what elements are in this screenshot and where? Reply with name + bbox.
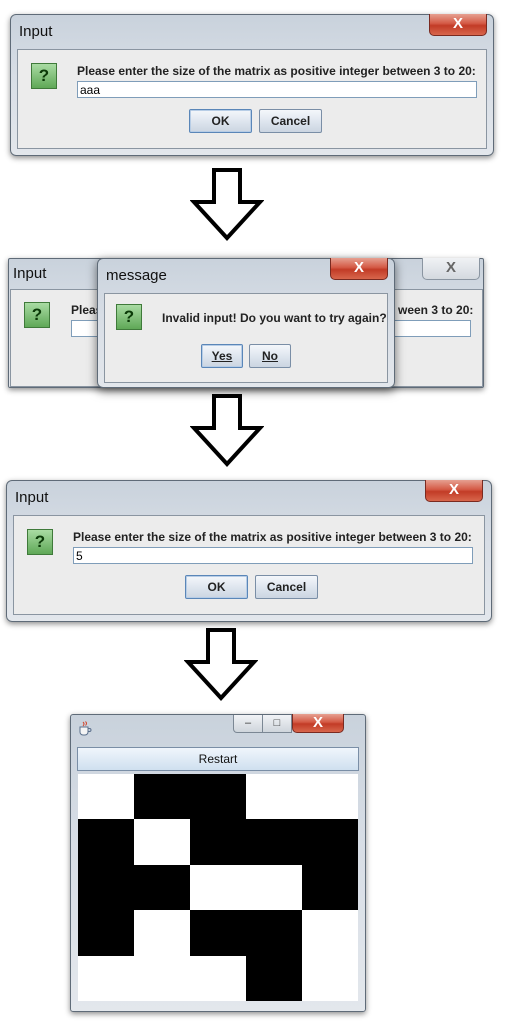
dialog-client-area: ? Please enter the size of the matrix as… (13, 515, 485, 615)
question-icon: ? (27, 529, 53, 555)
input-dialog-1: Input X ? Please enter the size of the m… (10, 14, 494, 156)
no-button[interactable]: No (249, 344, 291, 368)
matrix-grid (78, 774, 358, 1001)
size-input[interactable]: aaa (77, 81, 477, 98)
question-icon: ? (31, 63, 57, 89)
ok-button[interactable]: OK (185, 575, 248, 599)
matrix-cell[interactable] (134, 955, 190, 1001)
matrix-cell[interactable] (246, 955, 302, 1001)
matrix-cell[interactable] (134, 910, 190, 956)
yes-button[interactable]: Yes (201, 344, 243, 368)
ok-button[interactable]: OK (189, 109, 252, 133)
matrix-cell[interactable] (190, 910, 246, 956)
close-button[interactable]: X (429, 14, 487, 36)
close-button[interactable]: X (425, 480, 483, 502)
prompt-label: Please enter the size of the matrix as p… (77, 64, 476, 78)
no-label: No (262, 349, 278, 363)
input-dialog-2: Input X ? Please enter the size of the m… (6, 480, 492, 622)
matrix-cell[interactable] (78, 819, 134, 865)
dialog-title: Input (19, 23, 53, 40)
matrix-cell[interactable] (78, 864, 134, 911)
matrix-cell[interactable] (190, 774, 246, 820)
message-dialog: message X ? Invalid input! Do you want t… (97, 258, 395, 388)
matrix-cell[interactable] (78, 955, 134, 1001)
matrix-cell[interactable] (78, 774, 134, 820)
down-arrow-icon (190, 394, 264, 467)
down-arrow-icon (190, 168, 264, 241)
matrix-cell[interactable] (302, 819, 358, 865)
matrix-cell[interactable] (246, 910, 302, 956)
matrix-cell[interactable] (190, 955, 246, 1001)
close-button[interactable]: X (292, 714, 344, 733)
dialog-title: Input (13, 265, 47, 282)
close-button[interactable]: X (330, 258, 388, 280)
minimize-button[interactable]: – (233, 715, 263, 733)
dialog-title: message (106, 267, 167, 284)
close-button[interactable]: X (422, 258, 480, 280)
java-cup-icon (79, 721, 92, 736)
maximize-button[interactable]: □ (262, 715, 292, 733)
matrix-cell[interactable] (302, 955, 358, 1001)
size-input[interactable]: 5 (73, 547, 473, 564)
question-icon: ? (116, 304, 142, 330)
matrix-cell[interactable] (134, 819, 190, 865)
matrix-cell[interactable] (134, 864, 190, 911)
dialog-title: Input (15, 489, 49, 506)
restart-button[interactable]: Restart (77, 747, 359, 771)
cancel-button[interactable]: Cancel (255, 575, 318, 599)
matrix-window: – □ X Restart (70, 714, 366, 1012)
dialog-client-area: ? Invalid input! Do you want to try agai… (104, 293, 388, 383)
matrix-cell[interactable] (134, 774, 190, 820)
down-arrow-icon (184, 628, 258, 701)
matrix-cell[interactable] (302, 774, 358, 820)
matrix-cell[interactable] (302, 910, 358, 956)
message-label: Invalid input! Do you want to try again? (162, 311, 387, 325)
prompt-label-partial-end: ween 3 to 20: (398, 303, 474, 317)
matrix-cell[interactable] (78, 910, 134, 956)
cancel-button[interactable]: Cancel (259, 109, 322, 133)
matrix-cell[interactable] (246, 819, 302, 865)
question-icon: ? (24, 302, 50, 328)
matrix-cell[interactable] (246, 774, 302, 820)
matrix-cell[interactable] (246, 864, 302, 911)
matrix-cell[interactable] (190, 864, 246, 911)
matrix-cell[interactable] (302, 864, 358, 911)
matrix-cell[interactable] (190, 819, 246, 865)
yes-label: Yes (211, 349, 233, 363)
prompt-label: Please enter the size of the matrix as p… (73, 530, 472, 544)
dialog-client-area: ? Please enter the size of the matrix as… (17, 49, 487, 149)
